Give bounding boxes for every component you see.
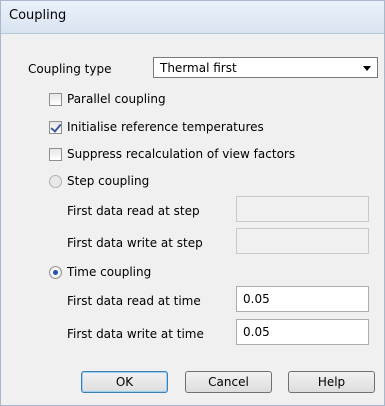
initialise-reference-temperatures-label[interactable]: Initialise reference temperatures <box>67 120 264 134</box>
chevron-down-icon <box>363 66 371 71</box>
suppress-view-factors-checkbox[interactable] <box>49 148 62 161</box>
coupling-dialog: Coupling Coupling type Thermal first Par… <box>0 0 385 406</box>
parallel-coupling-checkbox[interactable] <box>49 93 62 106</box>
dialog-title: Coupling <box>9 8 67 23</box>
help-button[interactable]: Help <box>288 371 375 393</box>
cancel-button[interactable]: Cancel <box>185 371 272 393</box>
title-bar: Coupling <box>1 1 384 34</box>
time-write-value: 0.05 <box>243 325 270 339</box>
checkmark-icon <box>50 121 62 133</box>
time-read-value: 0.05 <box>243 292 270 306</box>
time-coupling-label[interactable]: Time coupling <box>67 265 151 279</box>
time-read-input[interactable]: 0.05 <box>236 286 369 312</box>
suppress-view-factors-label[interactable]: Suppress recalculation of view factors <box>67 147 295 161</box>
parallel-coupling-label[interactable]: Parallel coupling <box>67 92 166 106</box>
step-coupling-radio[interactable] <box>49 175 62 188</box>
step-write-label: First data write at step <box>67 236 203 250</box>
time-coupling-radio[interactable] <box>49 266 62 279</box>
time-read-label: First data read at time <box>67 294 201 308</box>
radio-selected-dot <box>53 270 58 275</box>
time-write-label: First data write at time <box>67 327 204 341</box>
step-read-label: First data read at step <box>67 204 200 218</box>
step-read-input[interactable] <box>236 196 369 222</box>
ok-button[interactable]: OK <box>81 371 168 393</box>
coupling-type-value: Thermal first <box>160 61 237 75</box>
coupling-type-select[interactable]: Thermal first <box>153 57 378 78</box>
step-write-input[interactable] <box>236 228 369 254</box>
time-write-input[interactable]: 0.05 <box>236 319 369 345</box>
step-coupling-label[interactable]: Step coupling <box>67 174 149 188</box>
coupling-type-label: Coupling type <box>28 62 112 76</box>
initialise-reference-temperatures-checkbox[interactable] <box>49 121 62 134</box>
